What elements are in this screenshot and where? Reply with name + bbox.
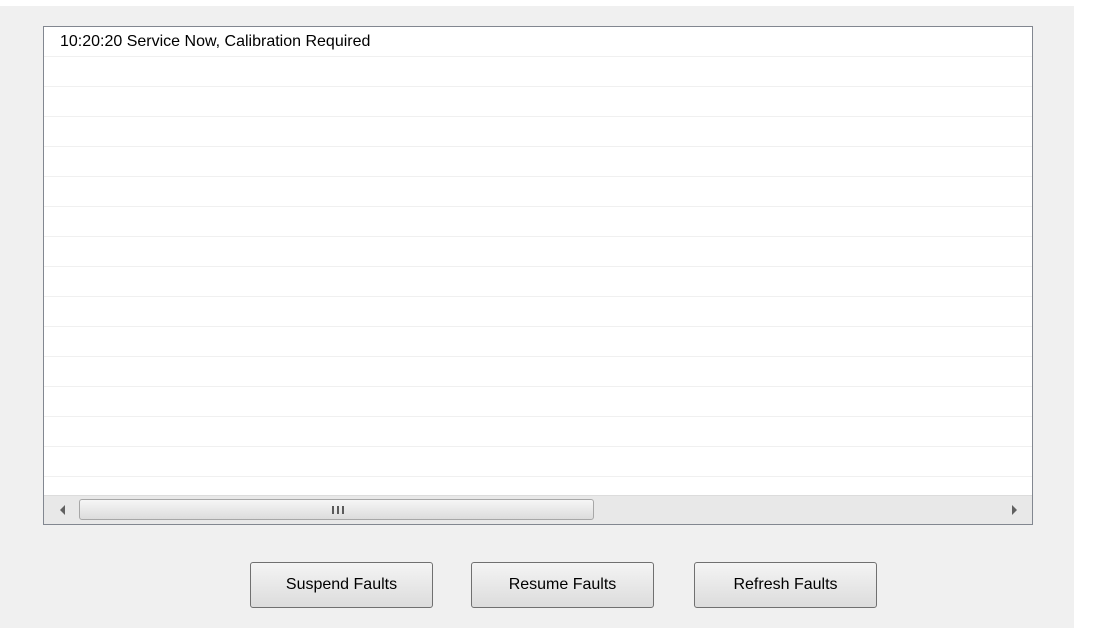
resume-faults-button[interactable]: Resume Faults bbox=[471, 562, 654, 608]
fault-list[interactable]: 10:20:20 Service Now, Calibration Requir… bbox=[43, 26, 1033, 525]
suspend-faults-button[interactable]: Suspend Faults bbox=[250, 562, 433, 608]
right-triangle-icon bbox=[1011, 505, 1017, 515]
list-item[interactable] bbox=[44, 147, 1032, 177]
grip-icon bbox=[332, 506, 344, 514]
scroll-left-button[interactable] bbox=[48, 496, 76, 524]
form-panel: 10:20:20 Service Now, Calibration Requir… bbox=[0, 6, 1074, 628]
scroll-thumb[interactable] bbox=[79, 499, 594, 520]
list-item[interactable] bbox=[44, 297, 1032, 327]
list-item[interactable]: 10:20:20 Service Now, Calibration Requir… bbox=[44, 27, 1032, 57]
horizontal-scrollbar[interactable] bbox=[44, 495, 1032, 524]
list-item[interactable] bbox=[44, 327, 1032, 357]
list-item[interactable] bbox=[44, 117, 1032, 147]
list-item[interactable] bbox=[44, 417, 1032, 447]
refresh-faults-button[interactable]: Refresh Faults bbox=[694, 562, 877, 608]
list-item[interactable] bbox=[44, 57, 1032, 87]
list-item[interactable] bbox=[44, 87, 1032, 117]
list-item[interactable] bbox=[44, 447, 1032, 477]
list-item[interactable] bbox=[44, 387, 1032, 417]
list-item[interactable] bbox=[44, 207, 1032, 237]
list-item[interactable] bbox=[44, 177, 1032, 207]
list-item[interactable] bbox=[44, 267, 1032, 297]
fault-list-rows: 10:20:20 Service Now, Calibration Requir… bbox=[44, 27, 1032, 494]
left-triangle-icon bbox=[59, 505, 65, 515]
scroll-right-button[interactable] bbox=[1000, 496, 1028, 524]
list-item[interactable] bbox=[44, 357, 1032, 387]
list-item[interactable] bbox=[44, 477, 1032, 494]
list-item[interactable] bbox=[44, 237, 1032, 267]
